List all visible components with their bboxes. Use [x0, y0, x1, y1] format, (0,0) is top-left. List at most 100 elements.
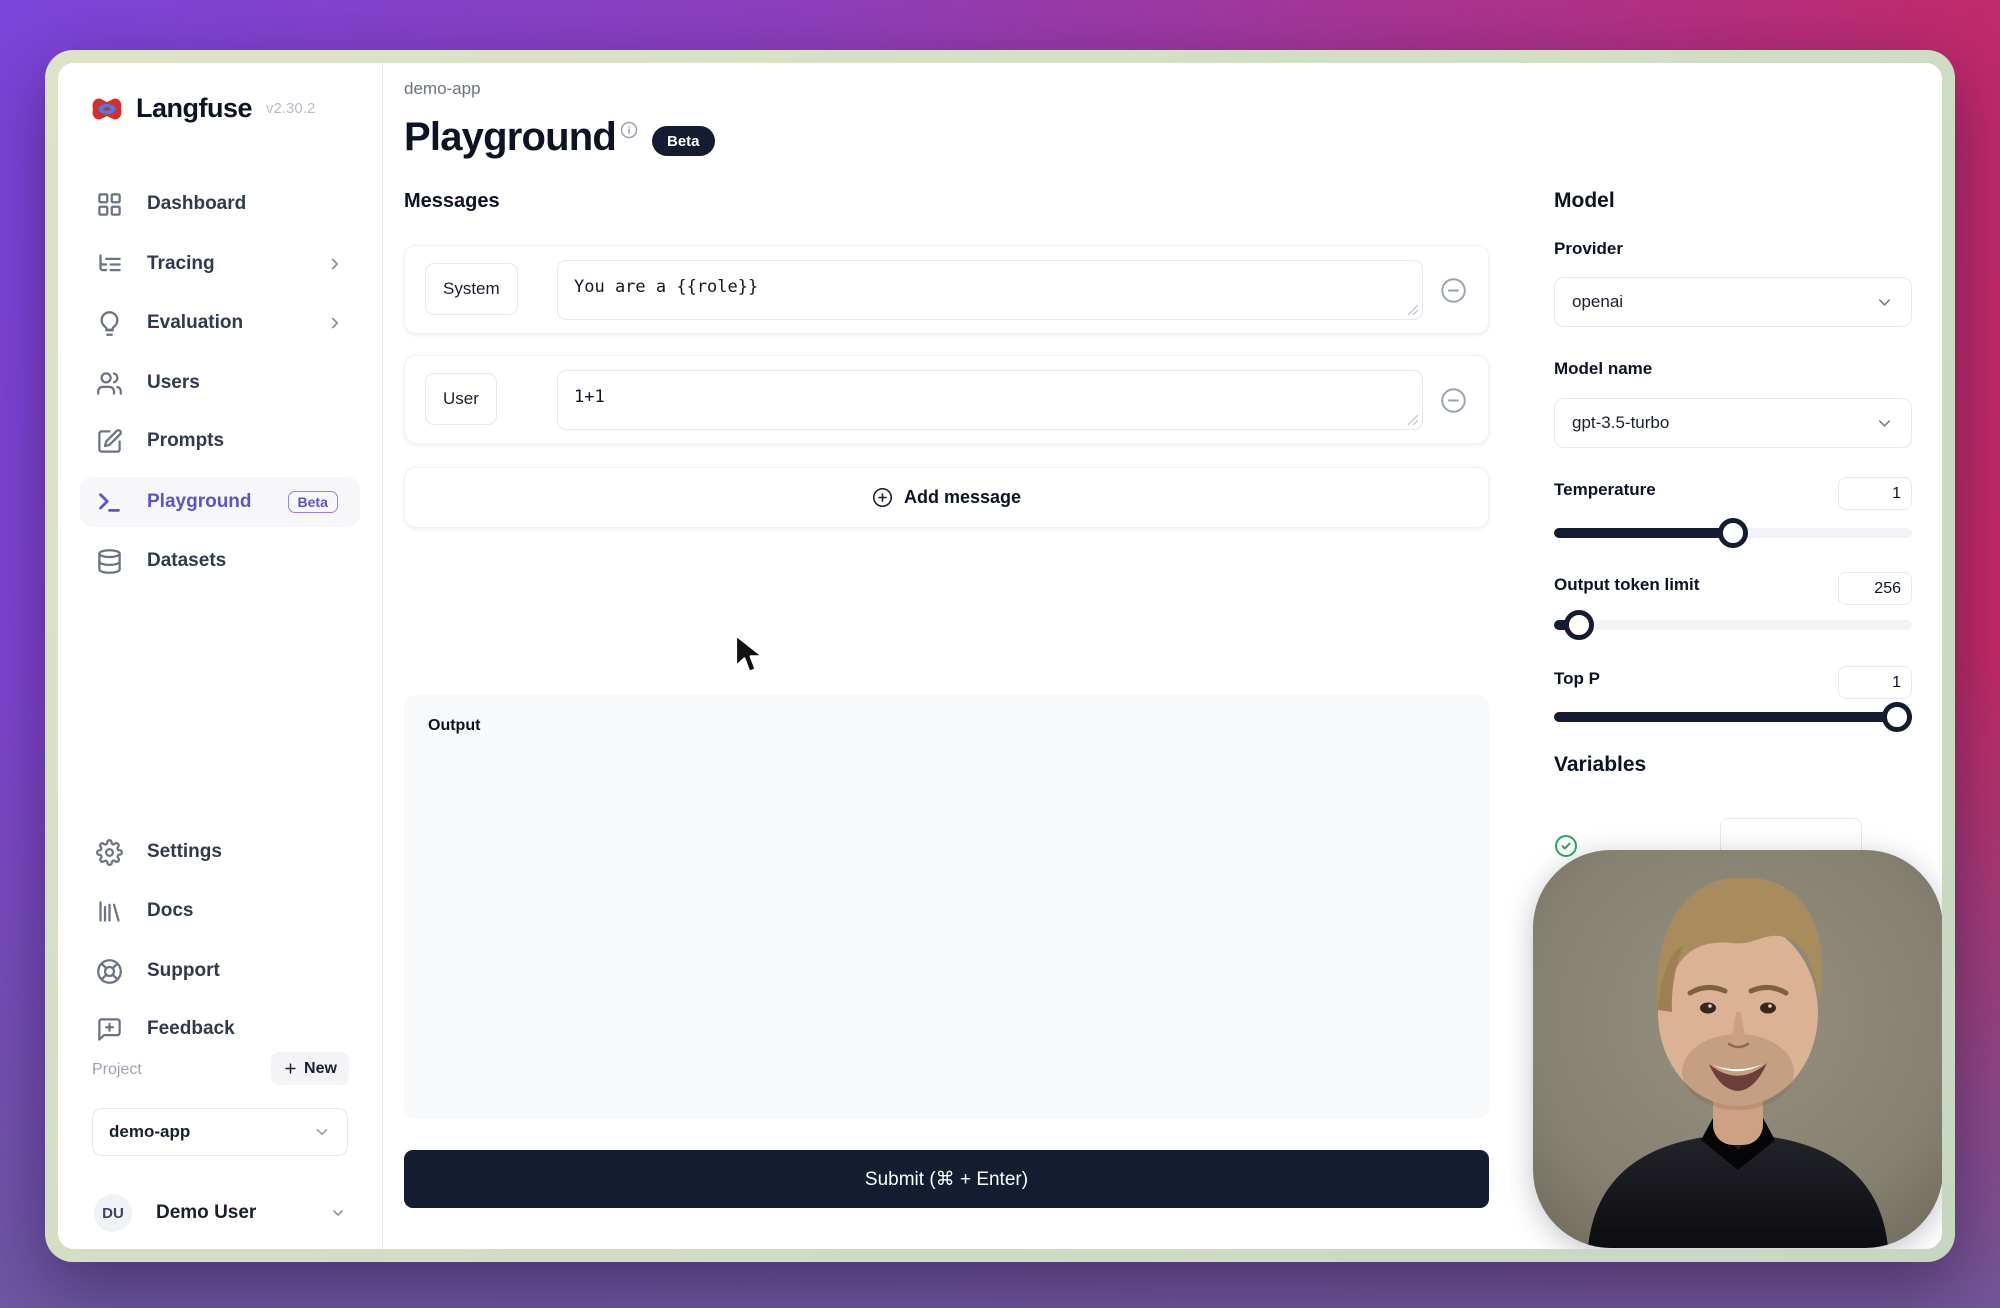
- output-token-limit-slider-thumb[interactable]: [1564, 610, 1594, 640]
- project-select[interactable]: demo-app: [92, 1108, 348, 1156]
- page-title: Playground: [404, 115, 616, 160]
- webcam-overlay: [1533, 850, 1942, 1248]
- docs-icon: [96, 898, 123, 925]
- system-message-input[interactable]: You are a {{role}}: [557, 260, 1423, 320]
- sidebar-item-playground[interactable]: Playground Beta: [80, 477, 360, 527]
- sidebar-item-label: Feedback: [147, 1018, 235, 1040]
- add-message-label: Add message: [904, 487, 1021, 508]
- submit-button[interactable]: Submit (⌘ + Enter): [404, 1150, 1489, 1208]
- minus-circle-icon: [1440, 277, 1467, 304]
- mouse-cursor: [733, 634, 767, 676]
- new-project-button[interactable]: New: [271, 1052, 349, 1085]
- tracing-icon: [96, 251, 123, 278]
- sidebar-item-support[interactable]: Support: [80, 946, 360, 996]
- sidebar-item-label: Docs: [147, 900, 193, 922]
- sidebar-item-label: Settings: [147, 841, 222, 863]
- remove-message-button[interactable]: [1440, 387, 1467, 414]
- app-title: Langfuse: [136, 93, 252, 124]
- output-token-limit-slider[interactable]: [1554, 610, 1912, 640]
- sidebar-item-label: Datasets: [147, 550, 226, 572]
- langfuse-app: Langfuse v2.30.2 Dashboard Tracing Evalu…: [58, 63, 1942, 1249]
- sidebar-item-prompts[interactable]: Prompts: [80, 416, 360, 466]
- messages-heading: Messages: [404, 190, 500, 213]
- output-token-limit-label: Output token limit: [1554, 575, 1699, 595]
- playground-icon: [96, 489, 123, 516]
- chevron-down-icon: [1875, 414, 1894, 433]
- breadcrumb[interactable]: demo-app: [404, 79, 481, 99]
- plus-icon: [283, 1061, 298, 1076]
- temperature-slider-thumb[interactable]: [1718, 518, 1748, 548]
- datasets-icon: [96, 548, 123, 575]
- add-message-button[interactable]: Add message: [404, 467, 1489, 528]
- top-p-label: Top P: [1554, 669, 1600, 689]
- chevron-down-icon: [313, 1123, 331, 1141]
- prompts-icon: [96, 428, 123, 455]
- sidebar-item-label: Support: [147, 960, 220, 982]
- model-name-select[interactable]: gpt-3.5-turbo: [1554, 398, 1912, 448]
- users-icon: [96, 370, 123, 397]
- dashboard-icon: [96, 191, 123, 218]
- user-message-field-wrap: 1+1: [557, 370, 1423, 430]
- sidebar-item-users[interactable]: Users: [80, 358, 360, 408]
- feedback-icon: [96, 1016, 123, 1043]
- sidebar-item-dashboard[interactable]: Dashboard: [80, 179, 360, 229]
- evaluation-icon: [96, 310, 123, 337]
- model-name-select-value: gpt-3.5-turbo: [1572, 413, 1669, 433]
- plus-circle-icon: [872, 487, 893, 508]
- sidebar-item-docs[interactable]: Docs: [80, 886, 360, 936]
- sidebar-item-label: Prompts: [147, 430, 224, 452]
- model-name-label: Model name: [1554, 359, 1652, 379]
- role-selector-user[interactable]: User: [425, 373, 497, 425]
- sidebar-item-datasets[interactable]: Datasets: [80, 536, 360, 586]
- temperature-slider[interactable]: [1554, 518, 1912, 548]
- user-name: Demo User: [156, 1202, 256, 1224]
- system-message-field-wrap: You are a {{role}}: [557, 260, 1423, 320]
- avatar: DU: [94, 1194, 132, 1232]
- sidebar-item-label: Tracing: [147, 253, 215, 275]
- sidebar: Langfuse v2.30.2 Dashboard Tracing Evalu…: [58, 63, 383, 1249]
- settings-icon: [96, 839, 123, 866]
- top-p-slider-thumb[interactable]: [1882, 702, 1912, 732]
- sidebar-item-label: Dashboard: [147, 193, 246, 215]
- slider-track: [1554, 620, 1912, 630]
- temperature-label: Temperature: [1554, 480, 1656, 500]
- new-project-label: New: [304, 1060, 337, 1078]
- message-row-user: User 1+1: [404, 355, 1489, 444]
- user-message-input[interactable]: 1+1: [557, 370, 1423, 430]
- sidebar-item-evaluation[interactable]: Evaluation: [80, 298, 360, 348]
- sidebar-item-label: Evaluation: [147, 312, 243, 334]
- support-icon: [96, 958, 123, 985]
- chevron-right-icon: [326, 255, 344, 273]
- minus-circle-icon: [1440, 387, 1467, 414]
- chevron-down-icon: [1875, 293, 1894, 312]
- temperature-value-input[interactable]: [1838, 477, 1912, 510]
- sidebar-item-settings[interactable]: Settings: [80, 827, 360, 877]
- output-label: Output: [428, 717, 480, 735]
- provider-select[interactable]: openai: [1554, 277, 1912, 327]
- beta-badge: Beta: [652, 126, 715, 156]
- model-heading: Model: [1554, 189, 1615, 213]
- sidebar-item-tracing[interactable]: Tracing: [80, 239, 360, 289]
- top-p-slider[interactable]: [1554, 702, 1912, 732]
- info-icon[interactable]: [620, 121, 638, 139]
- app-version: v2.30.2: [266, 100, 315, 117]
- message-row-system: System You are a {{role}}: [404, 245, 1489, 334]
- variable-valid-check-icon: [1554, 834, 1578, 858]
- logo-row[interactable]: Langfuse v2.30.2: [90, 93, 315, 124]
- remove-message-button[interactable]: [1440, 277, 1467, 304]
- output-token-limit-value-input[interactable]: [1838, 572, 1912, 605]
- chevron-down-icon: [330, 1205, 346, 1221]
- langfuse-logo-icon: [90, 94, 124, 124]
- sidebar-item-feedback[interactable]: Feedback: [80, 1004, 360, 1054]
- provider-label: Provider: [1554, 239, 1623, 259]
- top-p-value-input[interactable]: [1838, 666, 1912, 699]
- playground-beta-badge: Beta: [288, 491, 338, 513]
- sidebar-item-label: Playground: [147, 491, 252, 513]
- webcam-person-illustration: [1533, 850, 1942, 1248]
- role-selector-system[interactable]: System: [425, 263, 518, 315]
- slider-fill: [1554, 528, 1733, 538]
- user-menu[interactable]: DU Demo User: [94, 1190, 346, 1236]
- app-window-frame: Langfuse v2.30.2 Dashboard Tracing Evalu…: [45, 50, 1955, 1262]
- slider-fill: [1554, 712, 1912, 722]
- output-panel: Output: [404, 695, 1489, 1119]
